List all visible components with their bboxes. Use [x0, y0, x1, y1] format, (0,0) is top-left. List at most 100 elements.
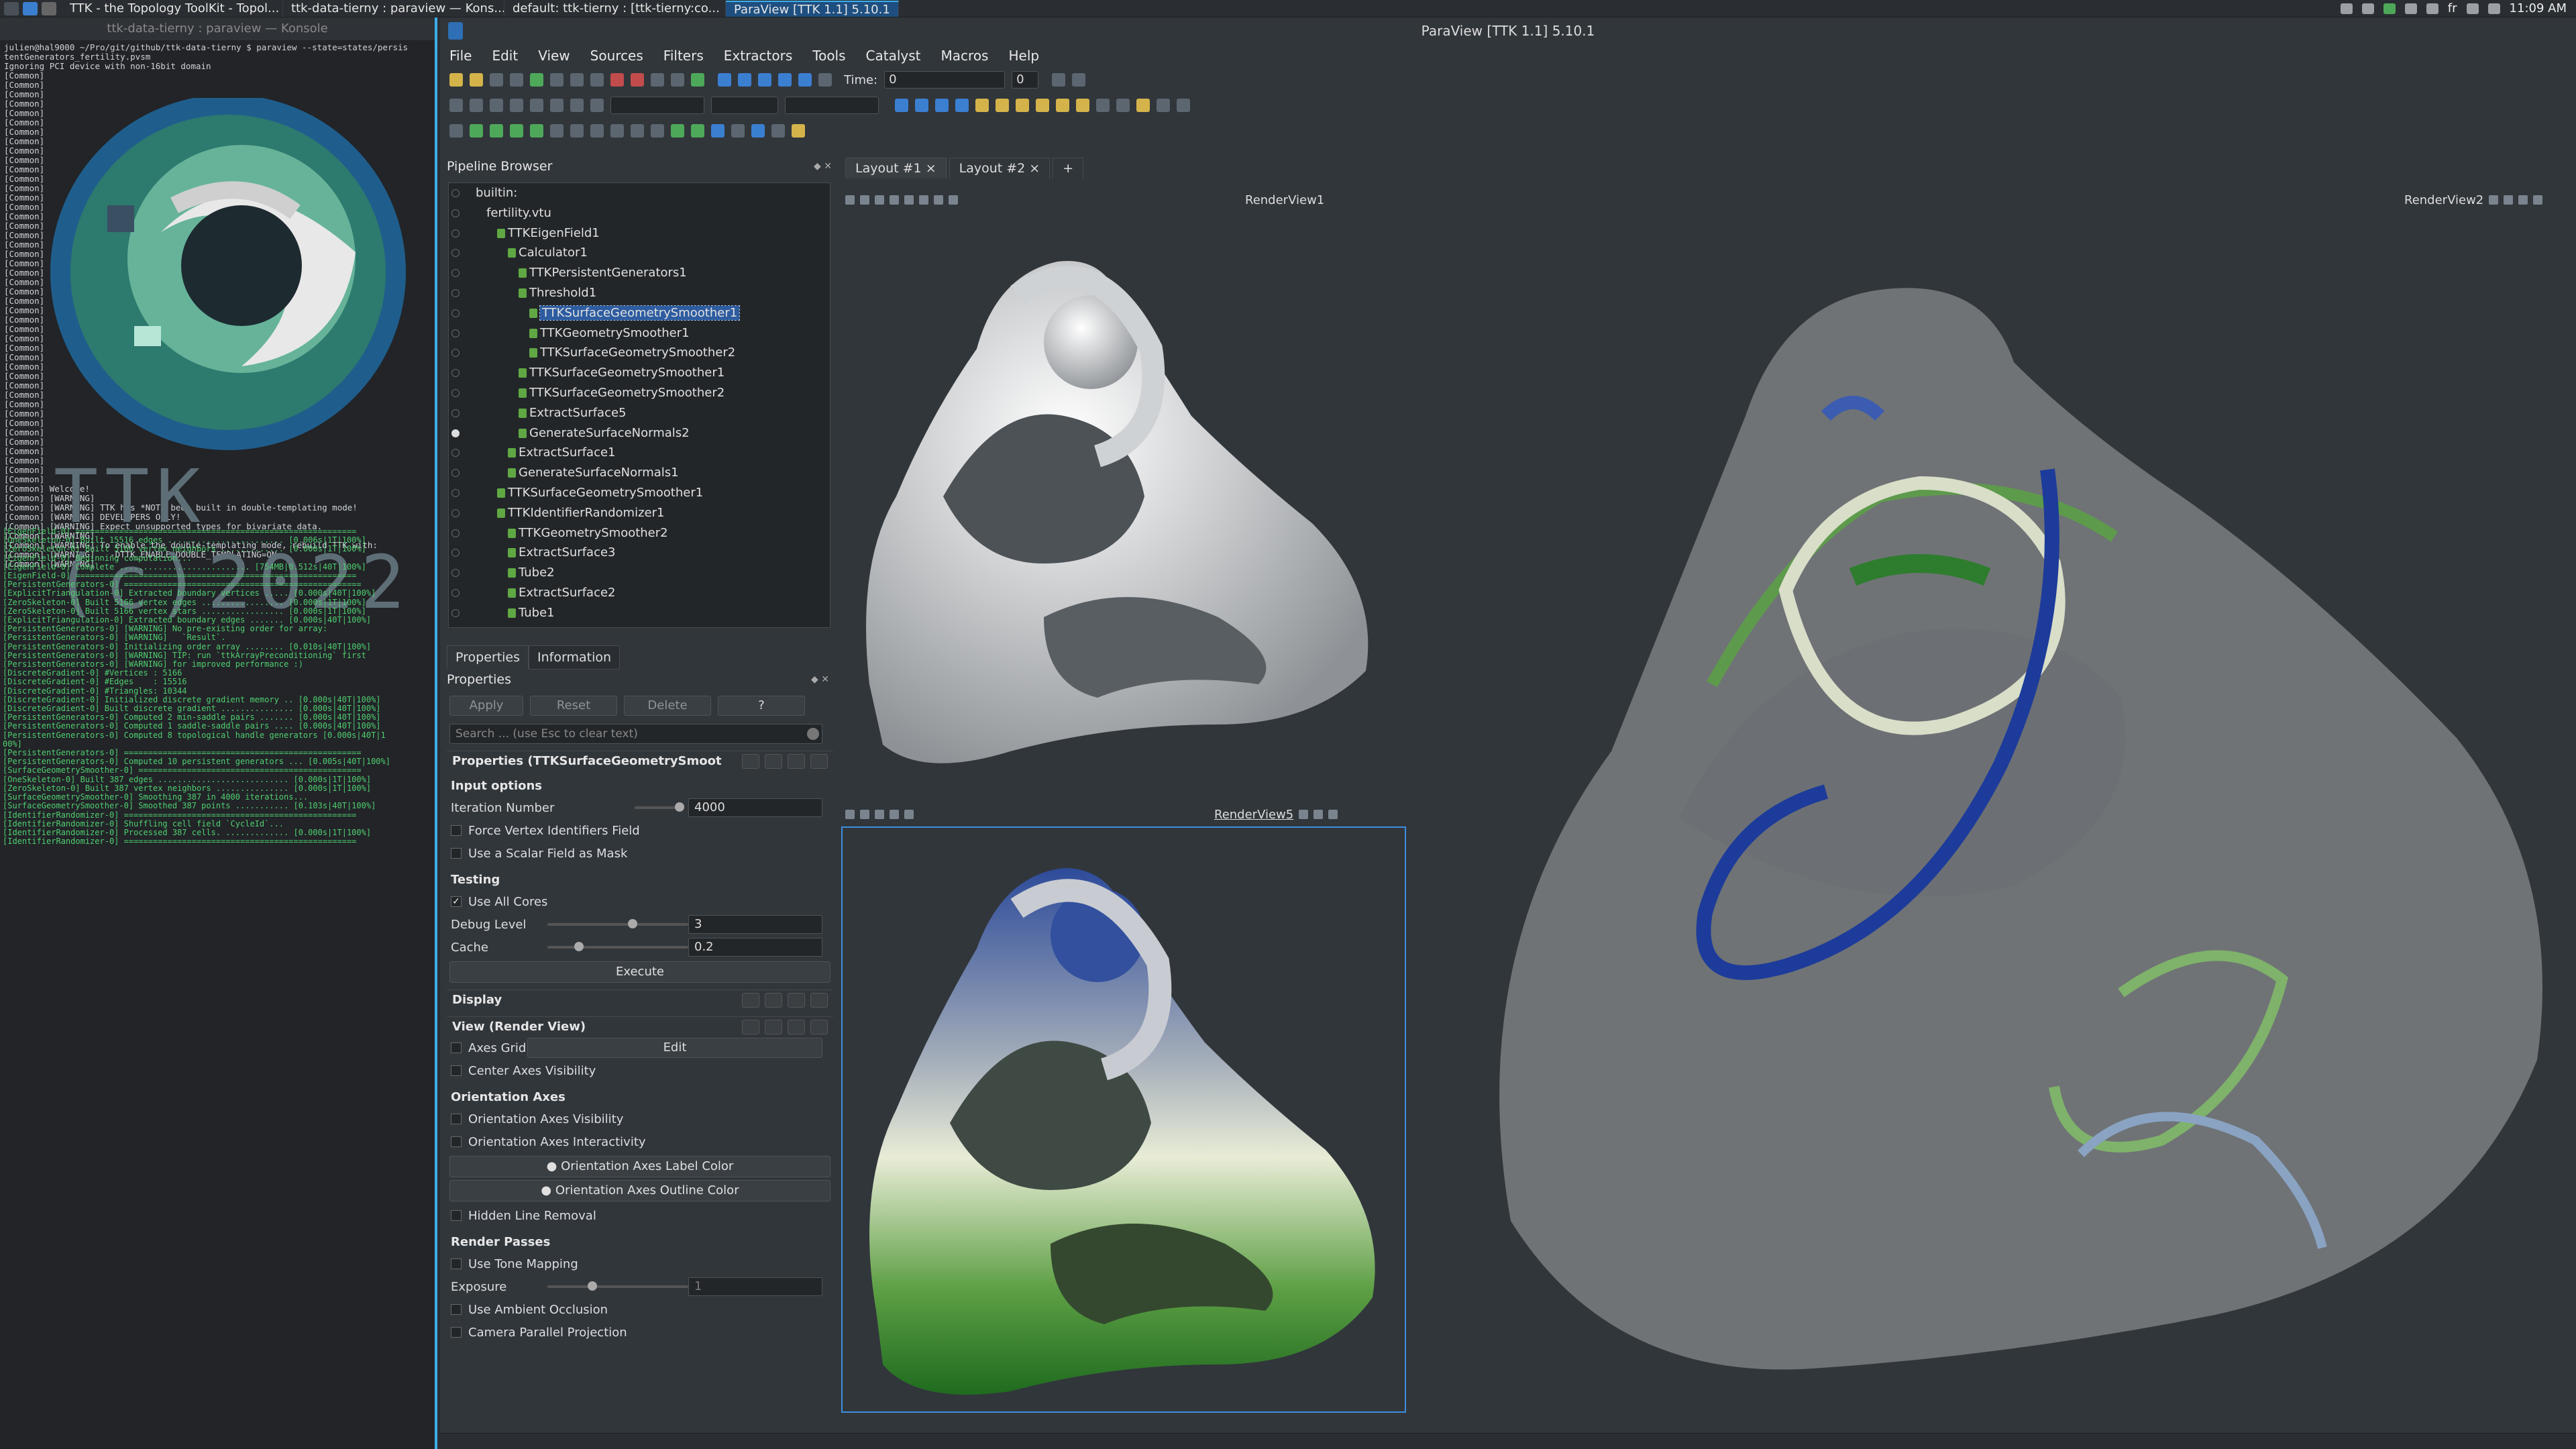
file-manager-icon[interactable]	[42, 1, 56, 15]
pipeline-item[interactable]: Tube1	[449, 603, 830, 623]
view-plus-z-icon[interactable]	[1056, 99, 1069, 112]
eye-icon[interactable]	[451, 288, 460, 297]
settings-icon[interactable]	[590, 73, 604, 87]
toggle-visibility-icon[interactable]	[449, 99, 463, 112]
connect-icon[interactable]	[530, 73, 543, 87]
save-state-icon[interactable]	[510, 73, 523, 87]
interaction-mode-icon[interactable]	[955, 99, 969, 112]
oa-label-color-button[interactable]: ● Orientation Axes Label Color	[449, 1156, 830, 1177]
rv5-grow-icon[interactable]	[904, 810, 914, 819]
rv1-clear-icon[interactable]	[949, 195, 958, 205]
pipeline-item[interactable]: ExtractSurface1	[449, 443, 830, 463]
camera-link-icon[interactable]	[1157, 99, 1170, 112]
oa-interactivity-row[interactable]: Orientation Axes Interactivity	[447, 1130, 833, 1153]
menu-help[interactable]: Help	[1008, 48, 1039, 64]
axes-grid-row[interactable]: Axes Grid Edit	[447, 1036, 833, 1059]
capture-screenshot-icon[interactable]	[1177, 99, 1190, 112]
save-data-icon[interactable]	[490, 73, 503, 87]
camera-parallel-checkbox[interactable]	[451, 1327, 462, 1338]
eye-icon[interactable]	[451, 388, 460, 397]
component-select[interactable]	[711, 97, 778, 114]
camera-undo-icon[interactable]	[651, 73, 664, 87]
new-layout-tab[interactable]: +	[1053, 158, 1084, 178]
eye-icon[interactable]	[451, 569, 460, 578]
force-vertex-row[interactable]: Force Vertex Identifiers Field	[447, 819, 833, 842]
rv5-select-cells-icon[interactable]	[860, 810, 869, 819]
eye-icon[interactable]	[451, 209, 460, 217]
pipeline-item[interactable]: TTKSurfaceGeometrySmoother1	[449, 483, 830, 503]
reset-camera-icon[interactable]	[895, 99, 908, 112]
zoom-to-data-icon[interactable]	[915, 99, 928, 112]
scalar-mask-row[interactable]: Use a Scalar Field as Mask	[447, 842, 833, 865]
tab-properties[interactable]: Properties	[447, 645, 529, 669]
battery-icon[interactable]	[2487, 3, 2500, 14]
show-scalar-bar-icon[interactable]	[590, 99, 604, 112]
extract-level-icon[interactable]	[651, 124, 664, 138]
ttk-filter-c-icon[interactable]	[711, 124, 724, 138]
animation-view-icon[interactable]	[1072, 73, 1086, 87]
ambient-occlusion-checkbox[interactable]	[451, 1304, 462, 1315]
copy-icon[interactable]	[742, 753, 759, 769]
menu-file[interactable]: File	[449, 48, 472, 64]
rv1-select-cells-icon[interactable]	[860, 195, 869, 205]
view-minus-z-icon[interactable]	[1076, 99, 1089, 112]
pipeline-item[interactable]: TTKGeometrySmoother1	[449, 323, 830, 343]
advanced-properties-gear-icon[interactable]	[807, 728, 819, 740]
axes-grid-checkbox[interactable]	[451, 1042, 462, 1053]
rescale-visible-icon[interactable]	[530, 99, 543, 112]
reset-button[interactable]: Reset	[530, 696, 617, 716]
tab-layout-2[interactable]: Layout #2 ×	[949, 158, 1051, 178]
rv1-interactive-select-icon[interactable]	[904, 195, 914, 205]
close-icon[interactable]: ×	[1029, 161, 1040, 176]
props-float-close-icons[interactable]: ◆ ✕	[811, 670, 833, 689]
rv1-grow-icon[interactable]	[919, 195, 928, 205]
wifi-icon[interactable]	[2466, 3, 2479, 14]
contour-filter-icon[interactable]	[470, 124, 483, 138]
ttk-filter-e-icon[interactable]	[751, 124, 765, 138]
eye-icon[interactable]	[451, 588, 460, 597]
ttk-filter-d-icon[interactable]	[731, 124, 745, 138]
rv1-frustum-icon[interactable]	[890, 195, 899, 205]
view-plus-x-icon[interactable]	[975, 99, 989, 112]
dock-float-close-icons[interactable]: ◆ ✕	[814, 157, 836, 176]
desktop-icon[interactable]	[23, 1, 38, 15]
center-axes-row[interactable]: Center Axes Visibility	[447, 1059, 833, 1082]
properties-search-input[interactable]: Search ... (use Esc to clear text)	[449, 724, 822, 744]
redo-icon[interactable]	[631, 73, 644, 87]
close-icon[interactable]: ×	[926, 161, 936, 176]
tab-layout-1[interactable]: Layout #1 ×	[845, 158, 947, 178]
apply-button[interactable]: Apply	[449, 696, 523, 716]
open-icon[interactable]	[449, 73, 463, 87]
rv5-split-v-icon[interactable]	[1313, 810, 1324, 819]
last-frame-icon[interactable]	[798, 73, 812, 87]
axes-grid-edit-button[interactable]: Edit	[527, 1038, 822, 1058]
edit-colormap-icon[interactable]	[570, 99, 584, 112]
zoom-closest-icon[interactable]	[935, 99, 949, 112]
view-minus-y-icon[interactable]	[1036, 99, 1049, 112]
rotate-90-ccw-icon[interactable]	[1116, 99, 1130, 112]
eye-icon[interactable]	[451, 269, 460, 278]
menu-sources[interactable]: Sources	[590, 48, 643, 64]
exposure-field[interactable]: 1	[688, 1277, 822, 1296]
clip-filter-icon[interactable]	[490, 124, 503, 138]
bluetooth-icon[interactable]	[2404, 3, 2417, 14]
pipeline-tree[interactable]: builtin: fertility.vtu TTKEigenField1 Calcu…	[448, 182, 830, 628]
rv5-frustum-icon[interactable]	[890, 810, 899, 819]
pipeline-item[interactable]: TTKEigenField1	[449, 223, 830, 244]
scalar-mask-checkbox[interactable]	[451, 848, 462, 859]
hidden-line-checkbox[interactable]	[451, 1210, 462, 1221]
rv2-split-h-icon[interactable]	[2489, 195, 2499, 205]
view-restore-icon[interactable]	[788, 1019, 805, 1034]
mail-icon[interactable]	[2361, 3, 2374, 14]
menu-extractors[interactable]: Extractors	[724, 48, 793, 64]
find-data-icon[interactable]	[1136, 99, 1150, 112]
debug-level-slider[interactable]	[547, 919, 688, 928]
cache-slider[interactable]	[547, 942, 688, 951]
pipeline-item[interactable]: TTKSurfaceGeometrySmoother1	[449, 303, 830, 323]
display-save-icon[interactable]	[810, 992, 828, 1008]
ttk-filter-a-icon[interactable]	[671, 124, 684, 138]
oa-visibility-checkbox[interactable]	[451, 1114, 462, 1124]
view-paste-icon[interactable]	[765, 1019, 782, 1034]
color-map-editor-icon[interactable]	[470, 99, 483, 112]
eye-icon[interactable]	[451, 449, 460, 458]
